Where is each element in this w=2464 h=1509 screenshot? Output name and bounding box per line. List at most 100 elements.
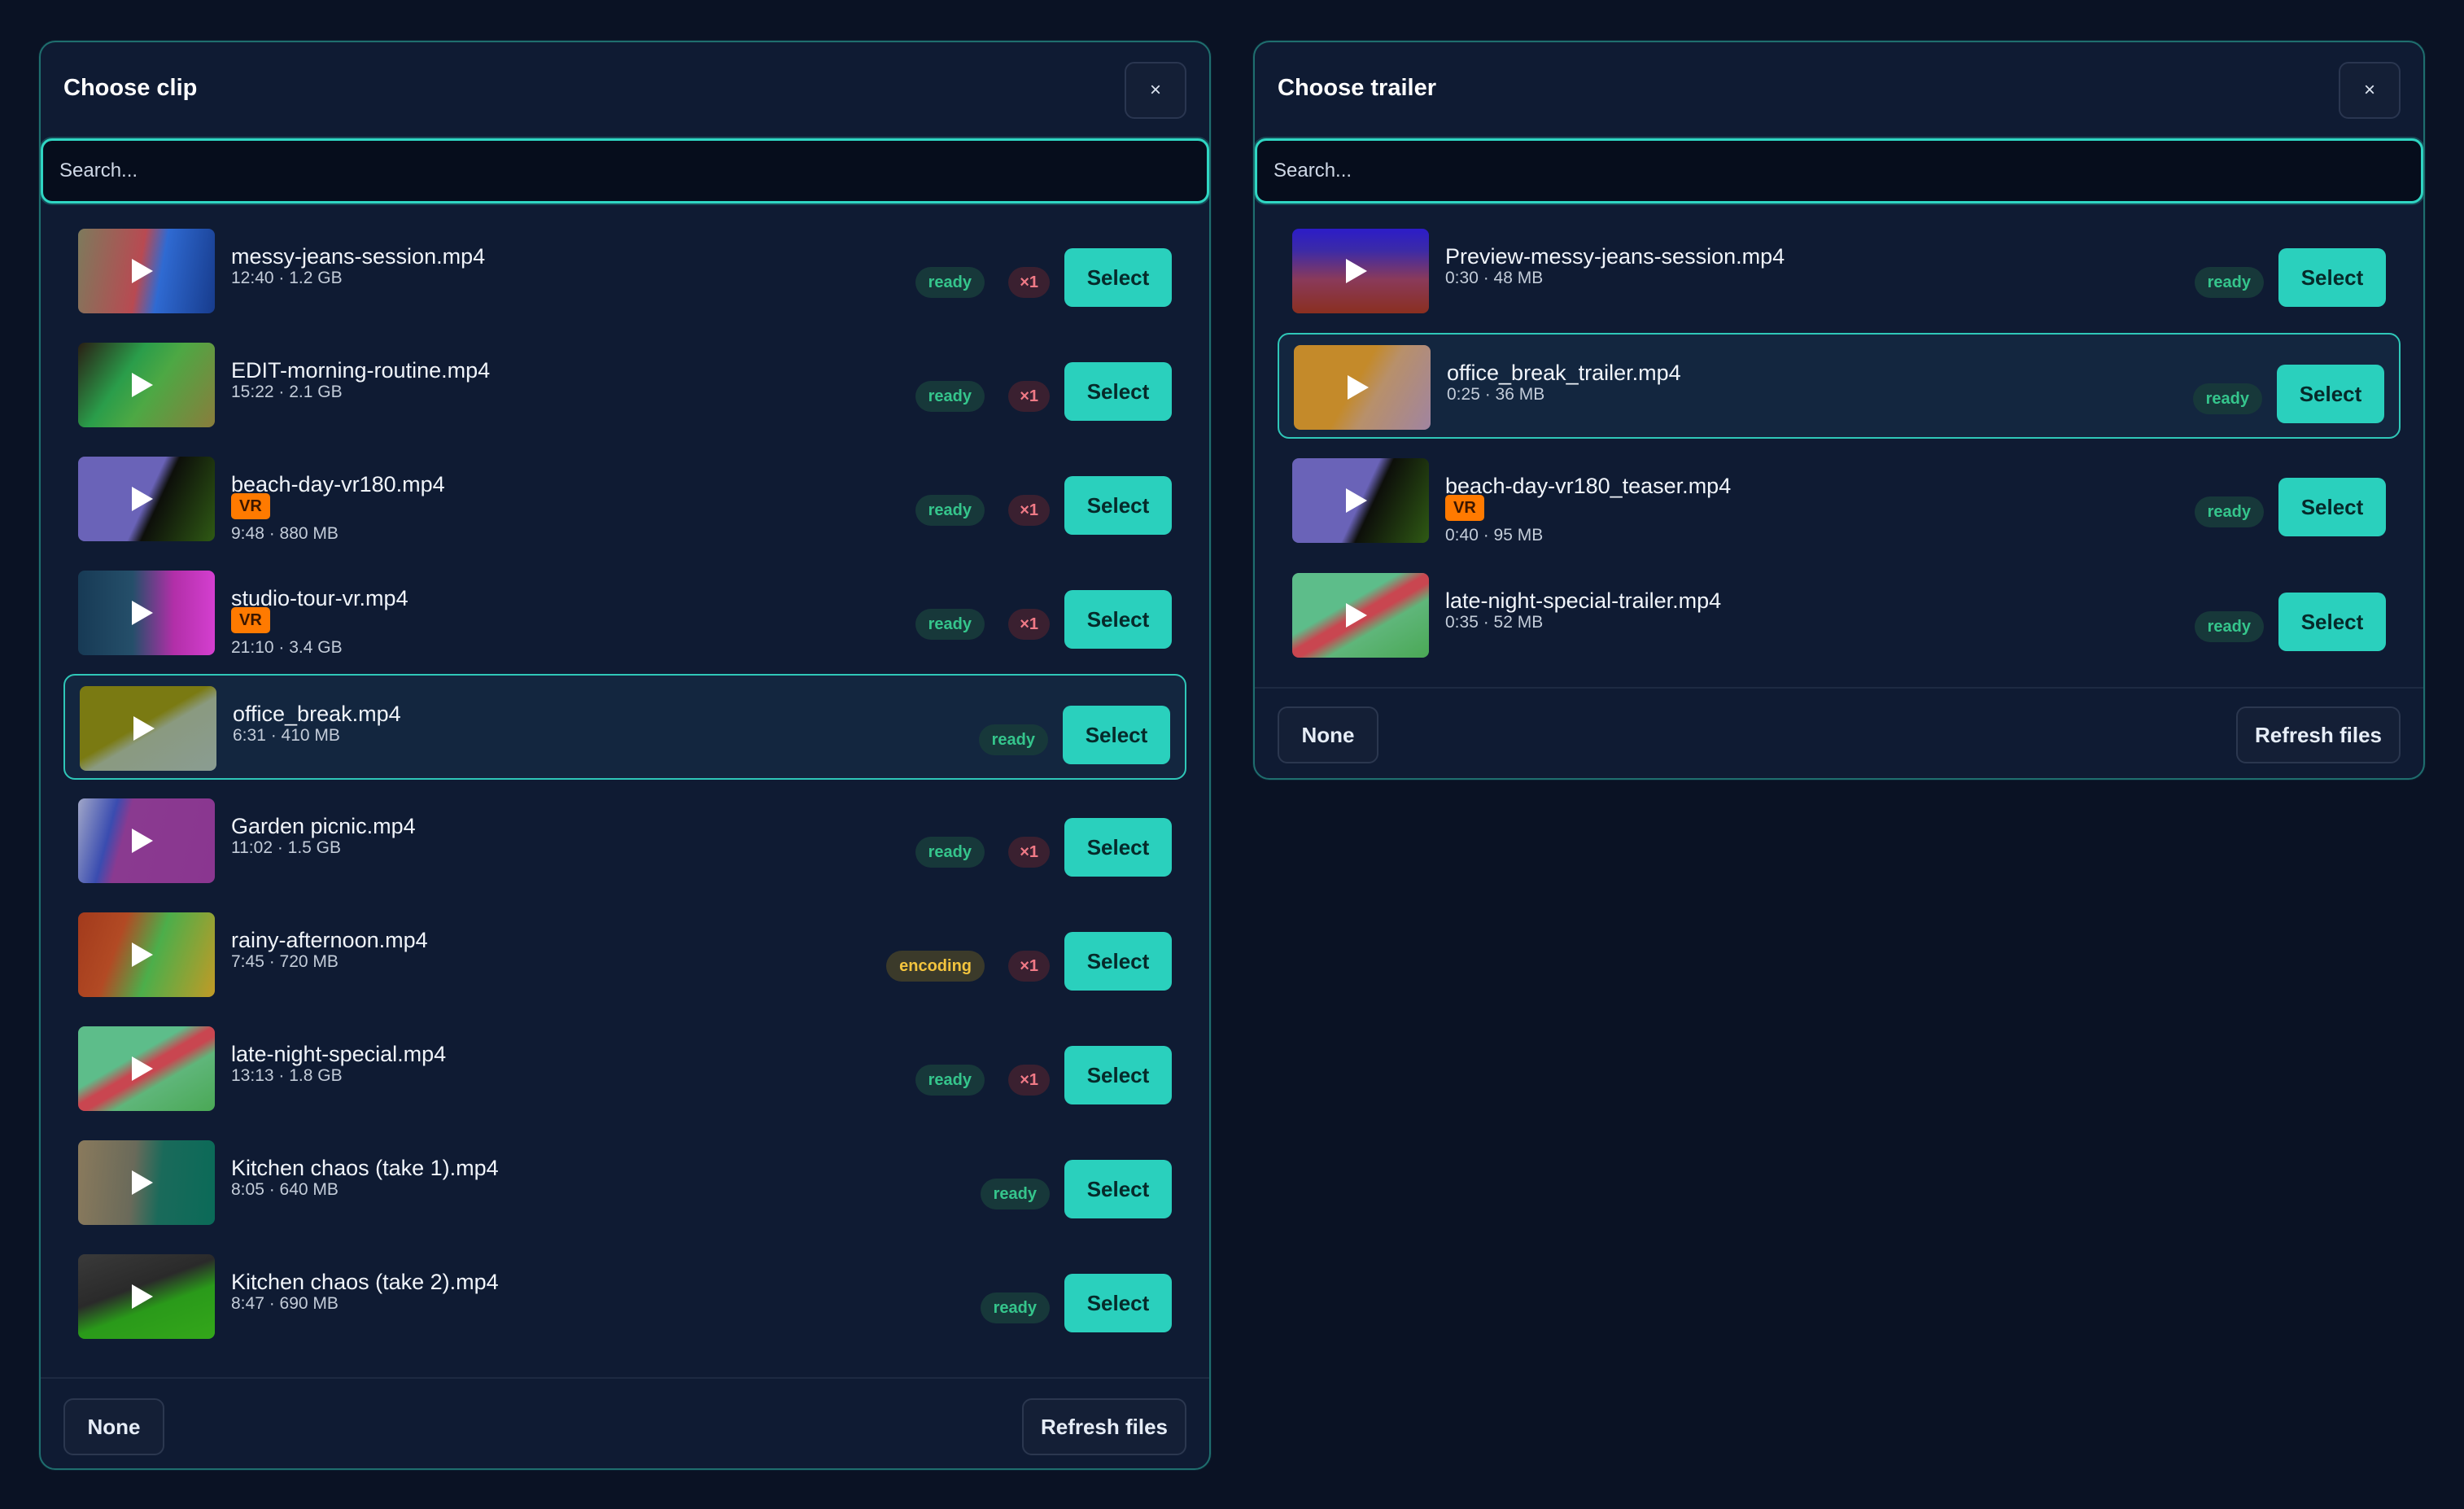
list-item[interactable]: Garden picnic.mp4 11:02 · 1.5 GB Select ×1 r…: [63, 788, 1186, 894]
select-button[interactable]: Select: [1064, 818, 1172, 877]
close-button[interactable]: ×: [2339, 62, 2401, 119]
list-item[interactable]: EDIT-morning-routine.mp4 15:22 · 2.1 GB Se…: [63, 332, 1186, 438]
list-item[interactable]: office_break_trailer.mp4 0:25 · 36 MB Sele…: [1278, 333, 2401, 439]
refresh-files-label: Refresh files: [1040, 1414, 1169, 1439]
select-button[interactable]: Select: [1064, 248, 1172, 307]
select-button[interactable]: Select: [1064, 362, 1172, 421]
select-button[interactable]: Select: [2278, 593, 2386, 651]
select-button[interactable]: Select: [1064, 590, 1172, 649]
file-name: beach-day-vr180_teaser.mp4: [1445, 474, 1732, 498]
list-item[interactable]: rainy-afternoon.mp4 7:45 · 720 MB Select ×1…: [63, 902, 1186, 1008]
list-item[interactable]: beach-day-vr180_teaser.mp4 VR 0:40 · 95 MB…: [1278, 448, 2401, 553]
dialog-title: Choose clip: [63, 75, 198, 101]
video-thumbnail[interactable]: [78, 1026, 215, 1111]
select-button[interactable]: Select: [1064, 1046, 1172, 1104]
none-button-label: None: [1301, 722, 1355, 747]
refresh-files-label: Refresh files: [2254, 722, 2383, 747]
status-badge: ready: [980, 1292, 1050, 1323]
video-thumbnail[interactable]: [78, 229, 215, 313]
list-item[interactable]: late-night-special.mp4 13:13 · 1.8 GB Sele…: [63, 1016, 1186, 1122]
play-icon: [1346, 488, 1367, 513]
video-thumbnail[interactable]: [78, 1254, 215, 1339]
close-button[interactable]: ×: [1125, 62, 1186, 119]
play-icon: [132, 487, 153, 511]
file-meta: 0:30 · 48 MB: [1445, 269, 1544, 287]
count-badge: ×1: [1008, 495, 1050, 526]
video-thumbnail[interactable]: [78, 571, 215, 655]
play-icon: [132, 1170, 153, 1195]
video-thumbnail[interactable]: [78, 798, 215, 883]
file-name: Preview-messy-jeans-session.mp4: [1445, 244, 1785, 269]
refresh-files-button[interactable]: Refresh files: [1022, 1398, 1186, 1455]
file-meta: 21:10 · 3.4 GB: [231, 638, 343, 657]
select-button[interactable]: Select: [1063, 706, 1170, 764]
select-button[interactable]: Select: [1064, 476, 1172, 535]
select-button[interactable]: Select: [1064, 1274, 1172, 1332]
video-thumbnail[interactable]: [78, 912, 215, 997]
play-icon: [132, 943, 153, 967]
select-button[interactable]: Select: [2278, 478, 2386, 536]
file-meta: 8:05 · 640 MB: [231, 1180, 339, 1199]
count-badge: ×1: [1008, 951, 1050, 982]
file-meta: 7:45 · 720 MB: [231, 952, 339, 971]
status-badge: ready: [915, 495, 985, 526]
search-input[interactable]: Search...: [1255, 138, 2423, 203]
choose-trailer-dialog: Choose trailer × Search... Preview-messy…: [1253, 41, 2425, 780]
status-badge: ready: [2194, 267, 2264, 298]
file-meta: 0:40 · 95 MB: [1445, 526, 1544, 545]
search-input[interactable]: Search...: [41, 138, 1209, 203]
choose-clip-dialog: Choose clip × Search... messy-jeans-sess…: [39, 41, 1211, 1470]
file-meta: 12:40 · 1.2 GB: [231, 269, 343, 287]
select-button[interactable]: Select: [2278, 248, 2386, 307]
file-name: late-night-special.mp4: [231, 1042, 447, 1066]
file-meta: 0:25 · 36 MB: [1447, 385, 1545, 404]
video-thumbnail[interactable]: [1292, 458, 1429, 543]
video-thumbnail[interactable]: [80, 686, 216, 771]
video-thumbnail[interactable]: [1294, 345, 1431, 430]
search-placeholder: Search...: [1274, 160, 1352, 182]
list-item[interactable]: office_break.mp4 6:31 · 410 MB Select ready: [63, 674, 1186, 780]
refresh-files-button[interactable]: Refresh files: [2236, 706, 2401, 763]
play-icon: [132, 373, 153, 397]
list-item[interactable]: Kitchen chaos (take 2).mp4 8:47 · 690 MB S…: [63, 1244, 1186, 1349]
video-thumbnail[interactable]: [78, 457, 215, 541]
none-button[interactable]: None: [1278, 706, 1378, 763]
video-thumbnail[interactable]: [78, 343, 215, 427]
play-icon: [1346, 259, 1367, 283]
footer-divider: [1255, 687, 2423, 689]
video-thumbnail[interactable]: [78, 1140, 215, 1225]
list-item[interactable]: Preview-messy-jeans-session.mp4 0:30 · 48…: [1278, 218, 2401, 324]
status-badge: ready: [2192, 383, 2262, 414]
vr-badge: VR: [231, 607, 270, 633]
select-button[interactable]: Select: [1064, 932, 1172, 991]
select-button[interactable]: Select: [2277, 365, 2384, 423]
list-item[interactable]: Kitchen chaos (take 1).mp4 8:05 · 640 MB S…: [63, 1130, 1186, 1236]
count-badge: ×1: [1008, 267, 1050, 298]
file-name: Kitchen chaos (take 2).mp4: [231, 1270, 499, 1294]
list-item[interactable]: beach-day-vr180.mp4 VR 9:48 · 880 MB Select…: [63, 446, 1186, 552]
file-meta: 15:22 · 2.1 GB: [231, 383, 343, 401]
list-item[interactable]: late-night-special-trailer.mp4 0:35 · 52 …: [1278, 562, 2401, 668]
status-badge: ready: [915, 609, 985, 640]
search-placeholder: Search...: [59, 160, 138, 182]
file-name: messy-jeans-session.mp4: [231, 244, 486, 269]
video-thumbnail[interactable]: [1292, 229, 1429, 313]
count-badge: ×1: [1008, 609, 1050, 640]
status-badge: ready: [915, 267, 985, 298]
count-badge: ×1: [1008, 1065, 1050, 1096]
footer-divider: [41, 1377, 1209, 1379]
dialog-header: Choose clip ×: [41, 42, 1209, 137]
file-name: late-night-special-trailer.mp4: [1445, 588, 1722, 613]
play-icon: [132, 1056, 153, 1081]
status-badge: ready: [915, 1065, 985, 1096]
list-item[interactable]: messy-jeans-session.mp4 12:40 · 1.2 GB Sel…: [63, 218, 1186, 324]
play-icon: [132, 829, 153, 853]
select-button[interactable]: Select: [1064, 1160, 1172, 1218]
file-meta: 9:48 · 880 MB: [231, 524, 339, 543]
vr-badge: VR: [231, 493, 270, 519]
list-item[interactable]: studio-tour-vr.mp4 VR 21:10 · 3.4 GB Select…: [63, 560, 1186, 666]
status-badge: ready: [915, 381, 985, 412]
video-thumbnail[interactable]: [1292, 573, 1429, 658]
count-badge: ×1: [1008, 837, 1050, 868]
none-button[interactable]: None: [63, 1398, 164, 1455]
